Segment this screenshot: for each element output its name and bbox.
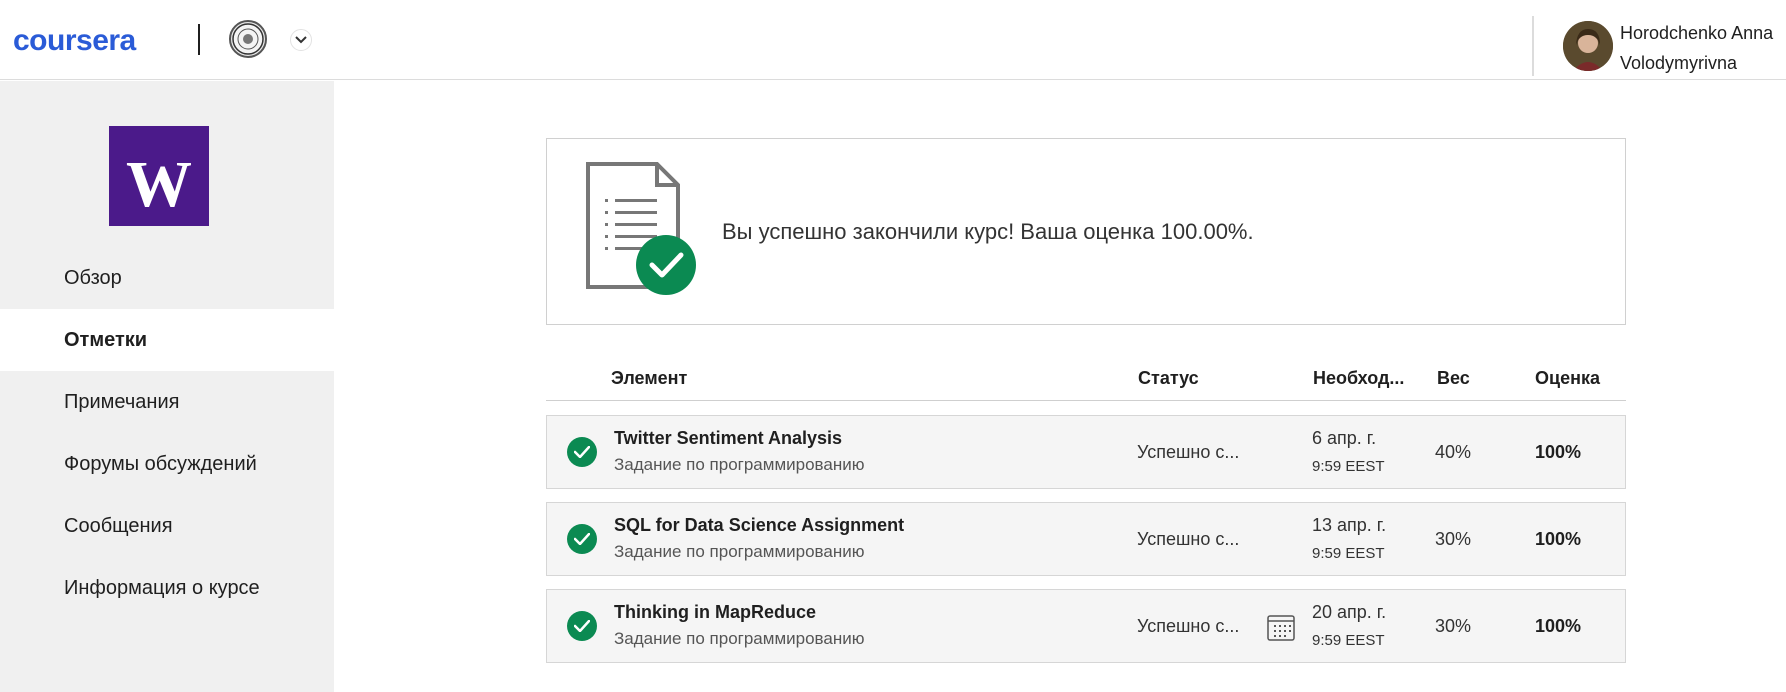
column-status: Статус — [1138, 368, 1199, 388]
sidebar-item-label: Сообщения — [64, 514, 173, 537]
sidebar: W Обзор Отметки Примечания Форумы обсужд… — [0, 81, 334, 692]
table-row[interactable]: Twitter Sentiment Analysis Задание по пр… — [546, 415, 1626, 489]
grades-table-header: Элемент Статус Необход... Вес Оценка — [546, 358, 1626, 401]
due-time: 9:59 EEST — [1312, 545, 1385, 562]
sidebar-item-forums[interactable]: Форумы обсуждений — [0, 433, 334, 495]
table-row[interactable]: SQL for Data Science Assignment Задание … — [546, 502, 1626, 576]
chevron-down-icon[interactable] — [290, 29, 312, 51]
university-logo-letter: W — [126, 148, 192, 221]
check-circle-icon — [567, 437, 597, 467]
item-type: Задание по программированию — [614, 542, 865, 561]
brand-text: coursera — [13, 24, 137, 57]
sidebar-item-overview[interactable]: Обзор — [0, 247, 334, 309]
sidebar-item-notes[interactable]: Примечания — [0, 371, 334, 433]
item-status: Успешно с... — [1137, 616, 1240, 636]
sidebar-item-label: Примечания — [64, 390, 180, 413]
column-weight: Вес — [1437, 368, 1470, 388]
item-status: Успешно с... — [1137, 529, 1240, 549]
item-weight: 40% — [1435, 442, 1472, 462]
user-divider — [1532, 16, 1534, 76]
due-time: 9:59 EEST — [1312, 632, 1385, 649]
university-logo[interactable]: W — [109, 126, 209, 226]
sidebar-item-messages[interactable]: Сообщения — [0, 495, 334, 557]
university-seal-icon[interactable] — [229, 20, 267, 58]
calendar-icon[interactable] — [1266, 612, 1296, 647]
due-time: 9:59 EEST — [1312, 458, 1385, 475]
completion-card: Вы успешно закончили курс! Ваша оценка 1… — [546, 138, 1626, 325]
table-row[interactable]: Thinking in MapReduce Задание по програм… — [546, 589, 1626, 663]
column-grade: Оценка — [1535, 368, 1600, 388]
header-divider — [198, 24, 200, 55]
sidebar-item-label: Информация о курсе — [64, 576, 260, 599]
user-name-line1: Horodchenko Anna — [1620, 23, 1774, 43]
item-weight: 30% — [1435, 529, 1472, 549]
due-date: 20 апр. г. — [1312, 602, 1387, 622]
item-title-link[interactable]: Thinking in MapReduce — [614, 602, 816, 623]
sidebar-item-course-info[interactable]: Информация о курсе — [0, 557, 334, 619]
completion-message: Вы успешно закончили курс! Ваша оценка 1… — [722, 219, 1254, 244]
sidebar-item-label: Форумы обсуждений — [64, 452, 257, 475]
document-check-icon — [585, 161, 697, 304]
column-due: Необход... — [1313, 368, 1405, 388]
item-type: Задание по программированию — [614, 629, 865, 648]
item-title-link[interactable]: Twitter Sentiment Analysis — [614, 428, 842, 449]
sidebar-item-label: Отметки — [64, 328, 148, 351]
due-date: 6 апр. г. — [1312, 428, 1377, 448]
due-date: 13 апр. г. — [1312, 515, 1387, 535]
sidebar-nav: Обзор Отметки Примечания Форумы обсужден… — [0, 247, 334, 619]
item-grade: 100% — [1535, 442, 1582, 462]
sidebar-item-label: Обзор — [64, 266, 122, 289]
item-status: Успешно с... — [1137, 442, 1240, 462]
column-element: Элемент — [611, 368, 688, 388]
item-type: Задание по программированию — [614, 455, 865, 474]
check-circle-icon — [567, 611, 597, 641]
avatar[interactable] — [1563, 21, 1613, 71]
item-grade: 100% — [1535, 529, 1582, 549]
item-grade: 100% — [1535, 616, 1582, 636]
check-circle-icon — [567, 524, 597, 554]
sidebar-item-grades[interactable]: Отметки — [0, 309, 334, 371]
user-name-line2: Volodymyrivna — [1620, 53, 1738, 73]
top-header: coursera Horodchenko Anna Volodymyrivna — [0, 0, 1786, 80]
item-title-link[interactable]: SQL for Data Science Assignment — [614, 515, 904, 536]
user-name[interactable]: Horodchenko Anna Volodymyrivna — [1620, 18, 1786, 78]
coursera-logo[interactable]: coursera — [13, 22, 173, 58]
item-weight: 30% — [1435, 616, 1472, 636]
